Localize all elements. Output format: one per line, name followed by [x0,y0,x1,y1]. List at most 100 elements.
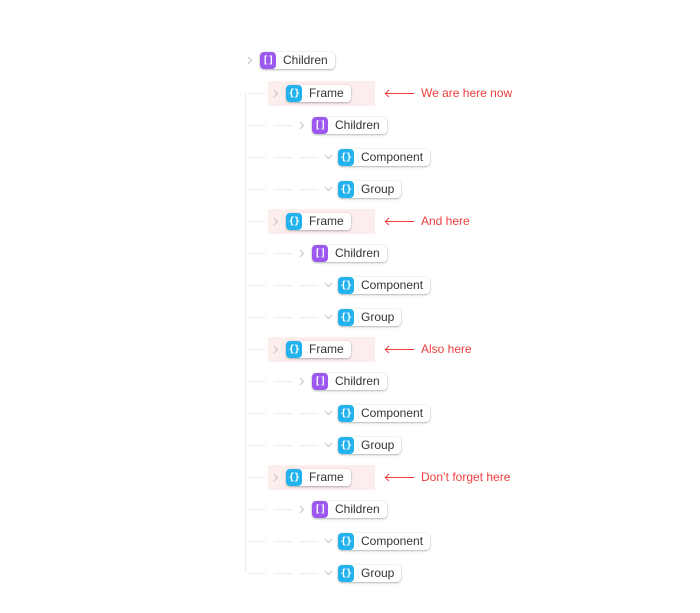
object-braces-icon: {} [338,148,354,166]
node-label: Group [361,438,395,452]
tree-row-children[interactable]: [] Children [296,496,387,522]
tree-connector [300,413,318,414]
arrow-left-icon [384,345,421,354]
node-pill[interactable]: [] Children [312,500,387,518]
tree-connector [274,445,292,446]
tree-connector [248,317,266,318]
node-pill[interactable]: {} Component [338,532,431,550]
node-pill[interactable]: {} Frame [286,212,351,230]
tree-connector [274,253,292,254]
chevron-right-icon[interactable] [270,215,282,227]
chevron-down-icon[interactable] [322,567,334,579]
tree-connector [300,317,318,318]
object-braces-icon: {} [286,340,302,358]
tree-connector [248,413,266,414]
tree-connector [248,381,266,382]
chevron-right-icon[interactable] [270,87,282,99]
tree-row-component[interactable]: {} Component [322,400,431,426]
tree-connector [248,253,266,254]
tree-row-component[interactable]: {} Component [322,272,431,298]
chevron-right-icon[interactable] [270,343,282,355]
node-label: Frame [309,86,344,100]
annotation-text: And here [421,214,470,228]
tree-row-group[interactable]: {} Group [322,176,402,202]
chevron-down-icon[interactable] [322,183,334,195]
arrow-left-icon [384,473,421,482]
node-label: Group [361,182,395,196]
node-pill[interactable]: {} Group [338,436,402,454]
chevron-right-icon[interactable] [296,119,308,131]
tree-row-group[interactable]: {} Group [322,432,402,458]
node-label: Group [361,310,395,324]
annotation: And here [384,211,470,231]
json-tree: [] Children {} Frame We are here now [] Childr… [0,0,700,613]
node-pill[interactable]: {} Component [338,148,431,166]
tree-connector [274,381,292,382]
tree-row-children[interactable]: [] Children [296,112,387,138]
node-pill[interactable]: {} Group [338,180,402,198]
node-label: Children [283,53,328,67]
node-label: Children [335,374,380,388]
tree-row-frame[interactable]: {} Frame [270,336,351,362]
tree-row-root-children[interactable]: [] Children [244,47,335,73]
tree-row-frame[interactable]: {} Frame [270,208,351,234]
tree-connector [274,541,292,542]
node-pill[interactable]: {} Frame [286,468,351,486]
node-pill[interactable]: {} Frame [286,84,351,102]
annotation: We are here now [384,83,512,103]
object-braces-icon: {} [338,276,354,294]
tree-row-frame[interactable]: {} Frame [270,80,351,106]
tree-connector [248,125,266,126]
tree-connector [248,573,266,574]
node-pill[interactable]: [] Children [312,372,387,390]
chevron-right-icon[interactable] [244,54,256,66]
chevron-right-icon[interactable] [296,247,308,259]
node-label: Component [361,534,424,548]
object-braces-icon: {} [338,180,354,198]
node-label: Frame [309,214,344,228]
array-brackets-icon: [] [312,500,328,518]
tree-connector [274,125,292,126]
node-pill[interactable]: {} Group [338,308,402,326]
tree-row-frame[interactable]: {} Frame [270,464,351,490]
chevron-right-icon[interactable] [270,471,282,483]
tree-connector [274,573,292,574]
node-pill[interactable]: [] Children [312,244,387,262]
chevron-down-icon[interactable] [322,535,334,547]
tree-connector [248,221,266,222]
tree-row-component[interactable]: {} Component [322,528,431,554]
chevron-down-icon[interactable] [322,311,334,323]
chevron-down-icon[interactable] [322,151,334,163]
object-braces-icon: {} [338,436,354,454]
object-braces-icon: {} [338,564,354,582]
chevron-down-icon[interactable] [322,407,334,419]
node-pill[interactable]: {} Frame [286,340,351,358]
tree-row-component[interactable]: {} Component [322,144,431,170]
node-pill[interactable]: {} Component [338,404,431,422]
annotation: Don’t forget here [384,467,510,487]
tree-connector [248,541,266,542]
node-pill[interactable]: {} Component [338,276,431,294]
node-label: Children [335,118,380,132]
node-pill[interactable]: [] Children [312,116,387,134]
array-brackets-icon: [] [260,51,276,69]
chevron-right-icon[interactable] [296,375,308,387]
tree-connector [300,157,318,158]
node-pill[interactable]: {} Group [338,564,402,582]
chevron-down-icon[interactable] [322,439,334,451]
tree-row-group[interactable]: {} Group [322,560,402,586]
tree-row-group[interactable]: {} Group [322,304,402,330]
chevron-down-icon[interactable] [322,279,334,291]
tree-row-children[interactable]: [] Children [296,240,387,266]
arrow-left-icon [384,217,421,226]
object-braces-icon: {} [338,308,354,326]
annotation-text: Also here [421,342,472,356]
node-pill[interactable]: [] Children [260,51,335,69]
tree-connector [248,93,266,94]
tree-row-children[interactable]: [] Children [296,368,387,394]
tree-connector [248,349,266,350]
array-brackets-icon: [] [312,372,328,390]
chevron-right-icon[interactable] [296,503,308,515]
tree-connector [300,445,318,446]
node-label: Frame [309,470,344,484]
